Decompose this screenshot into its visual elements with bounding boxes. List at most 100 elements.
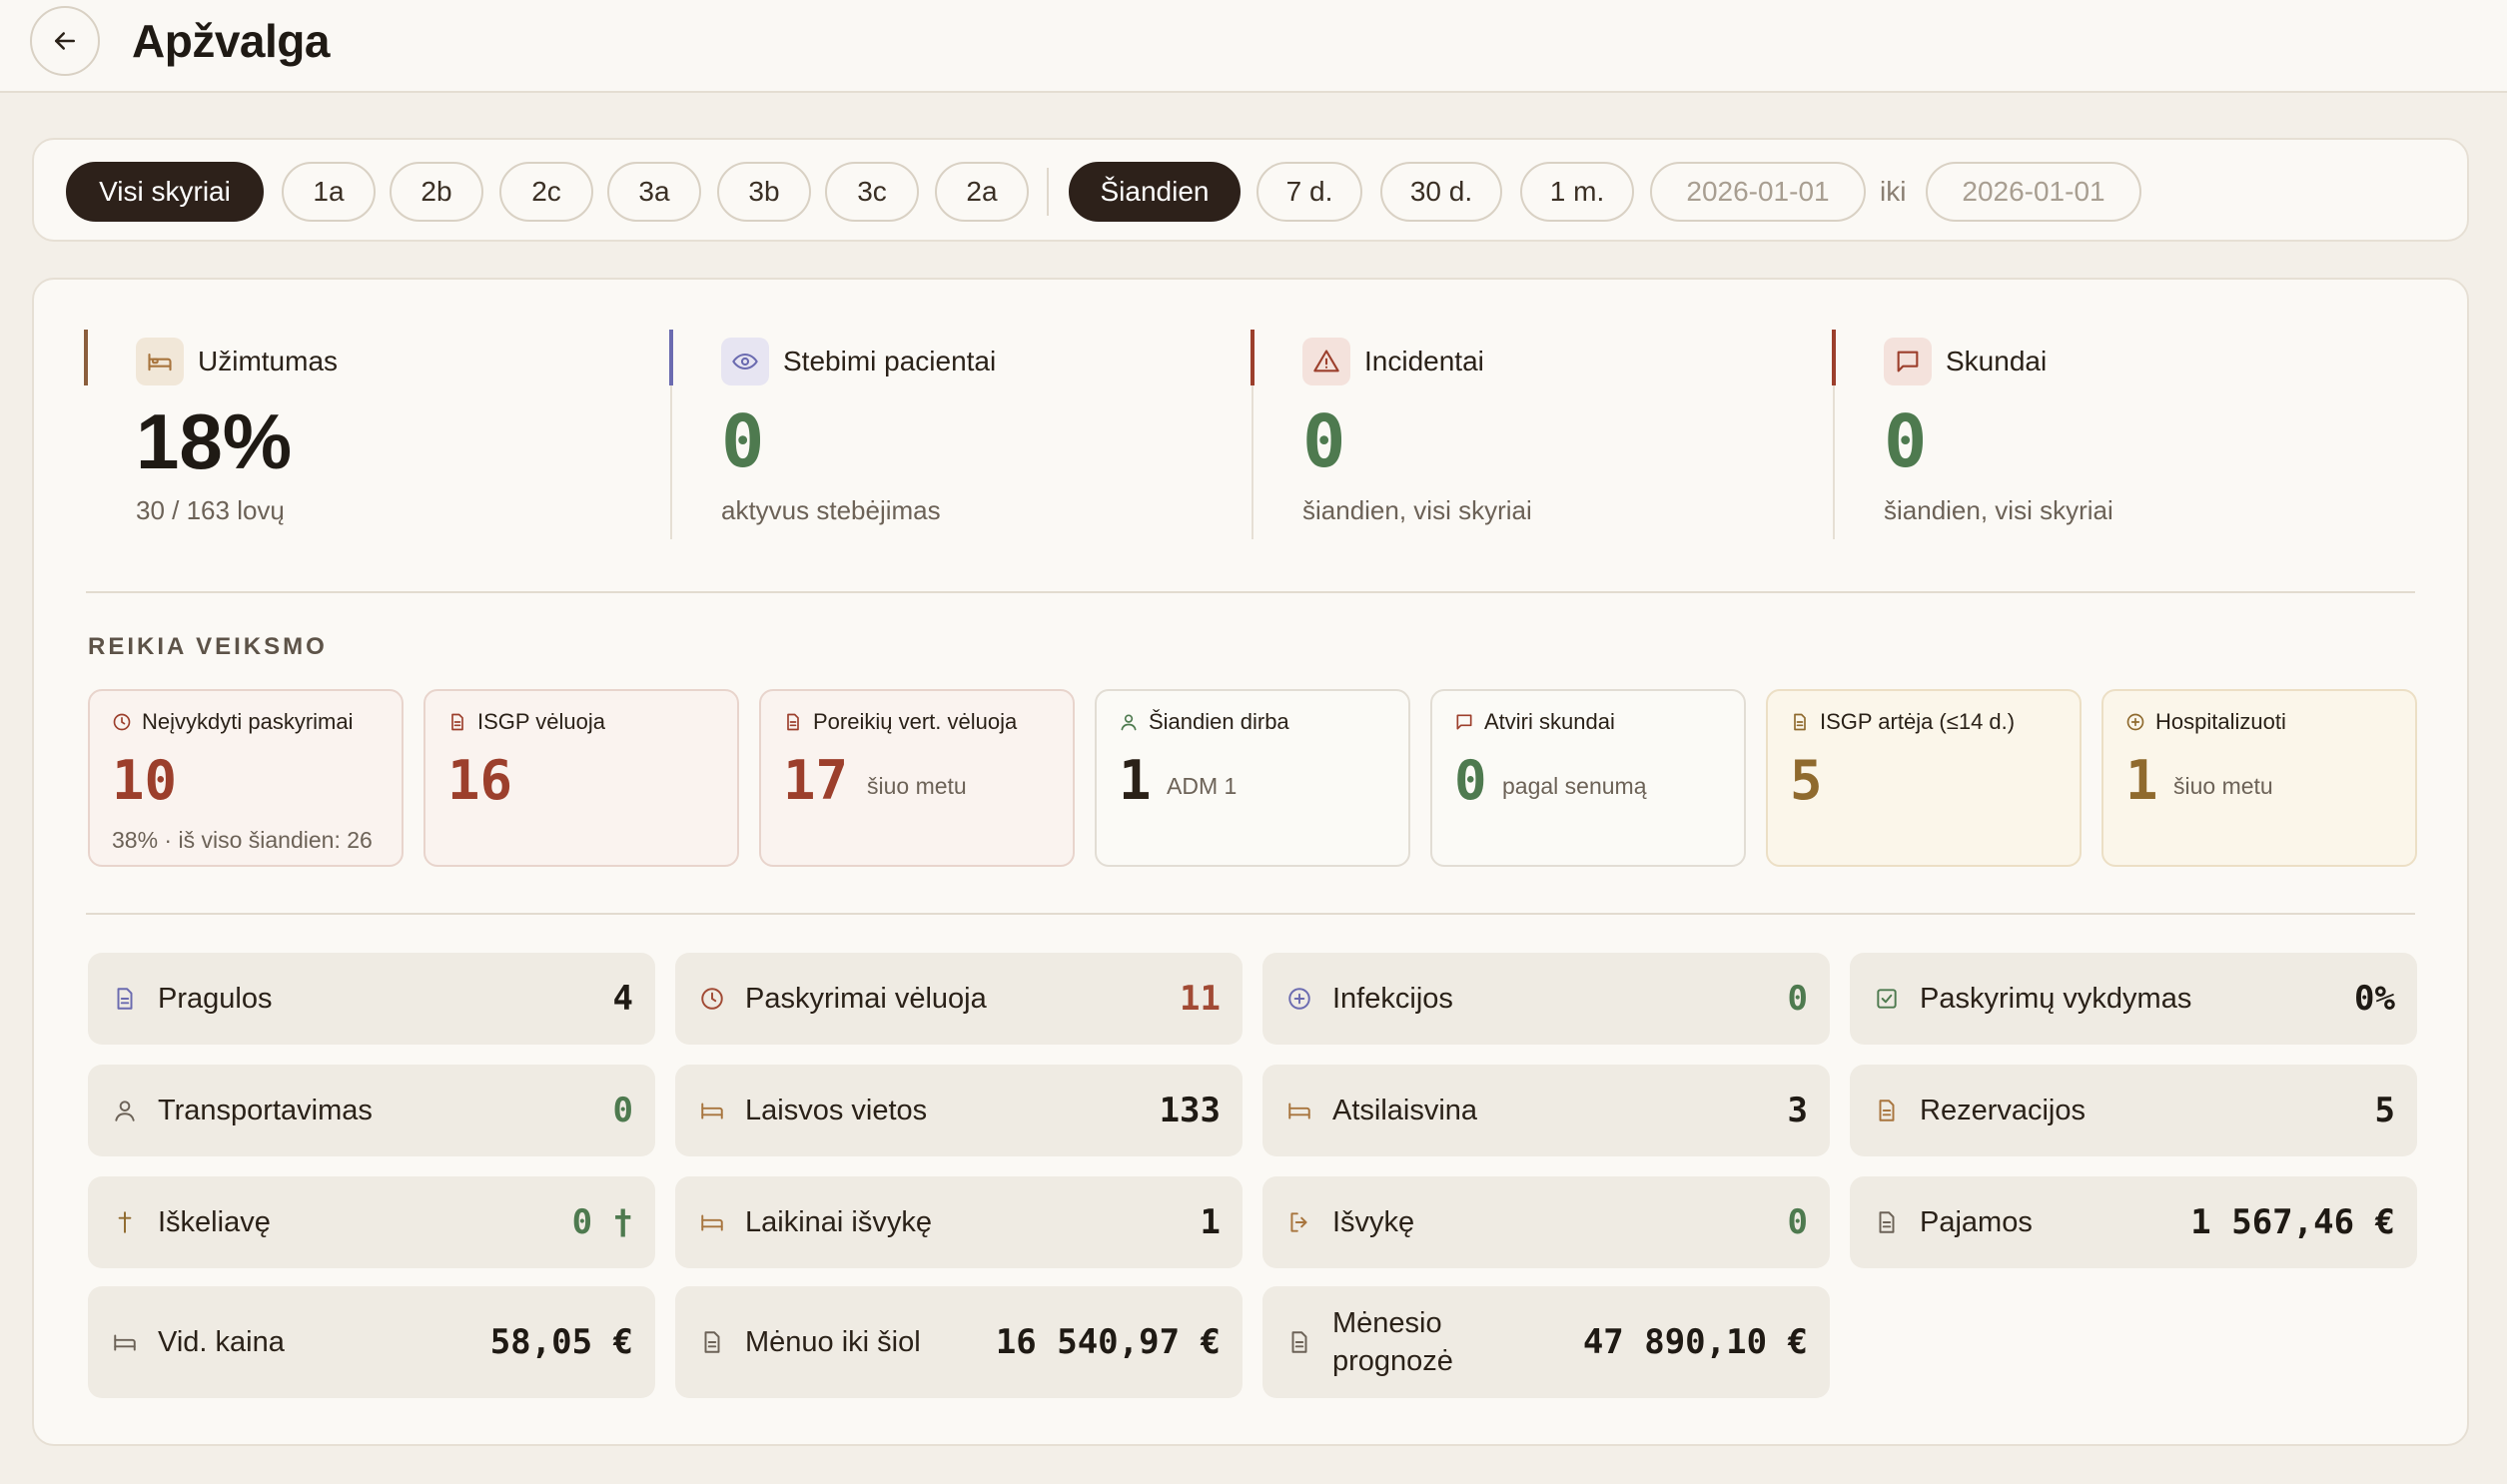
action-card-inline-note: šiuo metu xyxy=(2173,773,2273,799)
stat-tile-value: 47 890,10 € xyxy=(1582,1322,1808,1362)
kpi-value: 0 xyxy=(1884,399,1928,483)
kpi-subtext: aktyvus stebėjimas xyxy=(721,495,941,525)
kpi-subtext: 30 / 163 lovų xyxy=(136,495,285,525)
date-to-input[interactable]: 2026-01-01 xyxy=(1926,162,2141,222)
stat-tile-transport[interactable]: Transportavimas 0 xyxy=(88,1065,655,1156)
kpi-accent-bar xyxy=(669,330,673,385)
document-icon xyxy=(1794,713,1806,731)
action-card-header: Atviri skundai xyxy=(1454,709,1615,735)
kpi-observed-patients: Stebimi pacientai 0 aktyvus stebėjimas xyxy=(669,330,1209,539)
stat-tile-temporarily-away[interactable]: Laikinai išvykę 1 xyxy=(675,1176,1243,1268)
action-card-undone-prescriptions[interactable]: Neįvykdyti paskyrimai 10 38% · iš viso š… xyxy=(88,689,404,867)
date-from-input[interactable]: 2026-01-01 xyxy=(1650,162,1866,222)
filter-department-1a[interactable]: 1a xyxy=(282,162,376,222)
action-card-needs-assessment-late[interactable]: Poreikių vert. vėluoja 17 šiuo metu xyxy=(759,689,1075,867)
stat-tile-value: 0 xyxy=(612,1091,633,1130)
action-card-label: Poreikių vert. vėluoja xyxy=(813,709,1018,734)
kpi-value: 0 xyxy=(721,399,765,483)
document-icon xyxy=(110,984,140,1014)
filter-department-2c[interactable]: 2c xyxy=(499,162,593,222)
stat-tile-value: 0 xyxy=(1787,1202,1808,1242)
action-card-working-today[interactable]: Šiandien dirba 1 ADM 1 xyxy=(1095,689,1410,867)
stat-tile-value: 0 xyxy=(1787,979,1808,1019)
filter-period-1m[interactable]: 1 m. xyxy=(1520,162,1634,222)
action-card-label: ISGP artėja (≤14 d.) xyxy=(1820,709,2016,734)
action-card-label: Šiandien dirba xyxy=(1149,709,1289,734)
stat-tile-label: Rezervacijos xyxy=(1920,1095,2086,1126)
filter-department-3a[interactable]: 3a xyxy=(607,162,701,222)
stat-tile-label: Pragulos xyxy=(158,983,273,1015)
stat-tile-month-forecast[interactable]: Mėnesio prognozė 47 890,10 € xyxy=(1262,1286,1830,1398)
message-icon xyxy=(1456,714,1472,730)
action-card-label: Atviri skundai xyxy=(1484,709,1615,734)
kpi-complaints: Skundai 0 šiandien, visi skyriai xyxy=(1832,330,2371,539)
stat-tile-infections[interactable]: Infekcijos 0 xyxy=(1262,953,1830,1045)
filter-department-2a[interactable]: 2a xyxy=(935,162,1029,222)
action-card-value: 1 xyxy=(2125,749,2158,812)
plus-circle-icon xyxy=(2126,713,2144,731)
action-card-open-complaints[interactable]: Atviri skundai 0 pagal senumą xyxy=(1430,689,1746,867)
stat-tile-label: Laisvos vietos xyxy=(745,1095,928,1126)
stat-tile-pressure-ulcers[interactable]: Pragulos 4 xyxy=(88,953,655,1045)
action-card-label: Hospitalizuoti xyxy=(2155,709,2286,734)
stat-tile-month-to-date[interactable]: Mėnuo iki šiol 16 540,97 € xyxy=(675,1286,1243,1398)
action-card-inline-note: pagal senumą xyxy=(1502,773,1647,799)
stat-tile-value: 3 xyxy=(1787,1091,1808,1130)
filter-department-2b[interactable]: 2b xyxy=(390,162,483,222)
action-card-header: Hospitalizuoti xyxy=(2125,709,2286,735)
stat-tile-average-price[interactable]: Vid. kaina 58,05 € xyxy=(88,1286,655,1398)
stat-tile-deceased[interactable]: Iškeliavę 0 † xyxy=(88,1176,655,1268)
stat-tile-label: Išvykę xyxy=(1332,1206,1415,1238)
stat-tile-value: 1 567,46 € xyxy=(2190,1202,2395,1242)
stat-tile-value: 5 xyxy=(2374,1091,2395,1130)
action-card-value: 5 xyxy=(1790,749,1823,812)
kpi-subtext: šiandien, visi skyriai xyxy=(1302,495,1532,525)
stat-tile-prescription-completion[interactable]: Paskyrimų vykdymas 0% xyxy=(1850,953,2417,1045)
plus-circle-icon xyxy=(1284,984,1314,1014)
arrow-left-icon xyxy=(55,32,75,50)
document-icon xyxy=(1872,1207,1902,1237)
kpi-accent-bar xyxy=(1832,330,1836,385)
stat-tile-departed[interactable]: Išvykę 0 xyxy=(1262,1176,1830,1268)
stat-tile-value: 0% xyxy=(2354,979,2395,1019)
stat-tile-prescriptions-late[interactable]: Paskyrimai vėluoja 11 xyxy=(675,953,1243,1045)
filter-department-all[interactable]: Visi skyriai xyxy=(66,162,264,222)
filter-period-today[interactable]: Šiandien xyxy=(1069,162,1241,222)
user-icon xyxy=(110,1096,140,1125)
kpi-subtext: šiandien, visi skyriai xyxy=(1884,495,2113,525)
section-title-action-required: REIKIA VEIKSMO xyxy=(88,633,328,660)
user-icon xyxy=(1121,714,1137,731)
stat-tile-value: 58,05 € xyxy=(489,1322,633,1362)
document-icon xyxy=(451,713,463,731)
filter-department-3c[interactable]: 3c xyxy=(825,162,919,222)
stat-tile-label: Paskyrimai vėluoja xyxy=(745,983,987,1015)
stat-tile-free-places[interactable]: Laisvos vietos 133 xyxy=(675,1065,1243,1156)
bed-icon xyxy=(697,1207,727,1237)
stat-tile-value: 16 540,97 € xyxy=(995,1322,1221,1362)
document-icon xyxy=(697,1327,727,1357)
back-button[interactable] xyxy=(30,6,100,76)
action-card-value: 17 xyxy=(783,749,849,812)
document-icon xyxy=(1872,1096,1902,1125)
stat-tile-label: Pajamos xyxy=(1920,1206,2033,1238)
action-card-isgp-approaching[interactable]: ISGP artėja (≤14 d.) 5 xyxy=(1766,689,2082,867)
kpi-label: Užimtumas xyxy=(198,346,339,376)
stat-tile-income[interactable]: Pajamos 1 567,46 € xyxy=(1850,1176,2417,1268)
kpi-label: Incidentai xyxy=(1364,346,1484,376)
filter-period-7d[interactable]: 7 d. xyxy=(1256,162,1362,222)
kpi-occupancy: Užimtumas 18% 30 / 163 lovų xyxy=(84,330,623,539)
filter-period-30d[interactable]: 30 d. xyxy=(1380,162,1502,222)
section-divider xyxy=(86,591,2415,593)
action-card-value: 1 xyxy=(1119,749,1152,812)
kpi-accent-bar xyxy=(1251,330,1254,385)
stat-tile-reservations[interactable]: Rezervacijos 5 xyxy=(1850,1065,2417,1156)
action-card-hospitalized[interactable]: Hospitalizuoti 1 šiuo metu xyxy=(2101,689,2417,867)
stat-tile-becoming-free[interactable]: Atsilaisvina 3 xyxy=(1262,1065,1830,1156)
kpi-label: Stebimi pacientai xyxy=(783,346,997,376)
document-icon xyxy=(787,713,799,731)
stat-tile-label: Vid. kaina xyxy=(158,1326,285,1358)
stat-tile-label: Laikinai išvykę xyxy=(745,1206,932,1238)
action-card-isgp-late[interactable]: ISGP vėluoja 16 xyxy=(423,689,739,867)
action-card-value: 16 xyxy=(447,749,513,812)
filter-department-3b[interactable]: 3b xyxy=(717,162,811,222)
